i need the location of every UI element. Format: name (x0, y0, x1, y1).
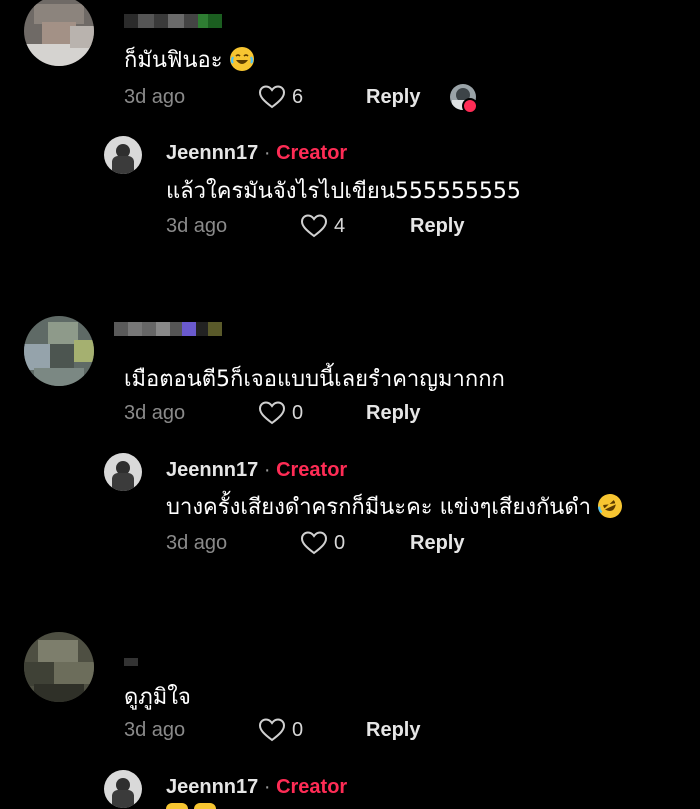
reply-meta: 3d ago 4 Reply (166, 211, 666, 241)
commenter-avatar[interactable] (24, 0, 94, 66)
reply-author-row: Jeennn17 · Creator (166, 142, 347, 165)
reply-button[interactable]: Reply (366, 86, 448, 109)
separator: · (263, 459, 271, 481)
like-button[interactable]: 0 (258, 400, 366, 426)
comment-meta: 3d ago 0 Reply (124, 398, 664, 428)
reply-button[interactable]: Reply (366, 719, 420, 742)
reply-text: แล้วใครมันจังไรไปเขียน555555555 (166, 179, 521, 204)
heart-icon (258, 718, 286, 742)
comment-time: 3d ago (124, 401, 186, 424)
creator-badge: Creator (276, 459, 348, 481)
rolling-laughing-emoji (594, 490, 626, 522)
reply-author-name[interactable]: Jeennn17 (166, 776, 258, 798)
reply-text: บางครั้งเสียงดำครกก็มีนะคะ แข่งๆเสียงกัน… (166, 489, 626, 524)
heart-icon (300, 531, 328, 555)
commenter-avatar[interactable] (24, 316, 94, 386)
like-button[interactable]: 0 (258, 717, 366, 743)
reply-time: 3d ago (166, 531, 228, 554)
comment-text: เมือตอนตี5ก็เจอแบบนี้เลยรำคาญมากกก (124, 367, 505, 392)
creator-avatar[interactable] (104, 136, 142, 174)
creator-avatar[interactable] (104, 770, 142, 808)
commenter-name-blurred[interactable] (124, 14, 222, 28)
reply-author-name[interactable]: Jeennn17 (166, 459, 258, 481)
heart-icon (258, 85, 286, 109)
reply-author-name[interactable]: Jeennn17 (166, 142, 258, 164)
comment-text: ก็มันฟินอะ (124, 42, 254, 77)
creator-badge: Creator (276, 776, 348, 798)
reply-author-row: Jeennn17 · Creator (166, 459, 347, 482)
comment-time: 3d ago (124, 718, 186, 741)
creator-liked-heart-icon (462, 98, 478, 114)
like-count: 0 (292, 401, 304, 424)
reply-time: 3d ago (166, 214, 228, 237)
commenter-name-blurred[interactable] (114, 322, 222, 336)
heart-icon (300, 214, 328, 238)
comment-text: ดูภูมิใจ (124, 685, 191, 710)
like-count: 6 (292, 85, 304, 108)
commenter-avatar[interactable] (24, 632, 94, 702)
comment-time: 3d ago (124, 85, 186, 108)
partial-emoji-icon (166, 803, 188, 809)
comment-meta: 3d ago 0 Reply (124, 715, 664, 745)
reply-like-button[interactable]: 4 (300, 213, 410, 239)
reply-button[interactable]: Reply (410, 532, 464, 555)
reply-button[interactable]: Reply (366, 402, 420, 425)
comment-meta: 3d ago 6 Reply (124, 82, 664, 112)
reply-button[interactable]: Reply (410, 215, 464, 238)
creator-avatar[interactable] (104, 453, 142, 491)
like-button[interactable]: 6 (258, 84, 366, 110)
like-count: 0 (334, 531, 346, 554)
separator: · (263, 142, 271, 164)
commenter-name-blurred[interactable] (124, 658, 138, 672)
partial-emoji-icon (194, 803, 216, 809)
like-count: 0 (292, 718, 304, 741)
heart-icon (258, 401, 286, 425)
reply-meta: 3d ago 0 Reply (166, 528, 666, 558)
reply-author-row: Jeennn17 · Creator (166, 776, 347, 799)
tears-of-joy-emoji (229, 47, 254, 71)
like-count: 4 (334, 214, 346, 237)
separator: · (263, 776, 271, 798)
reply-like-button[interactable]: 0 (300, 530, 410, 556)
creator-badge: Creator (276, 142, 348, 164)
